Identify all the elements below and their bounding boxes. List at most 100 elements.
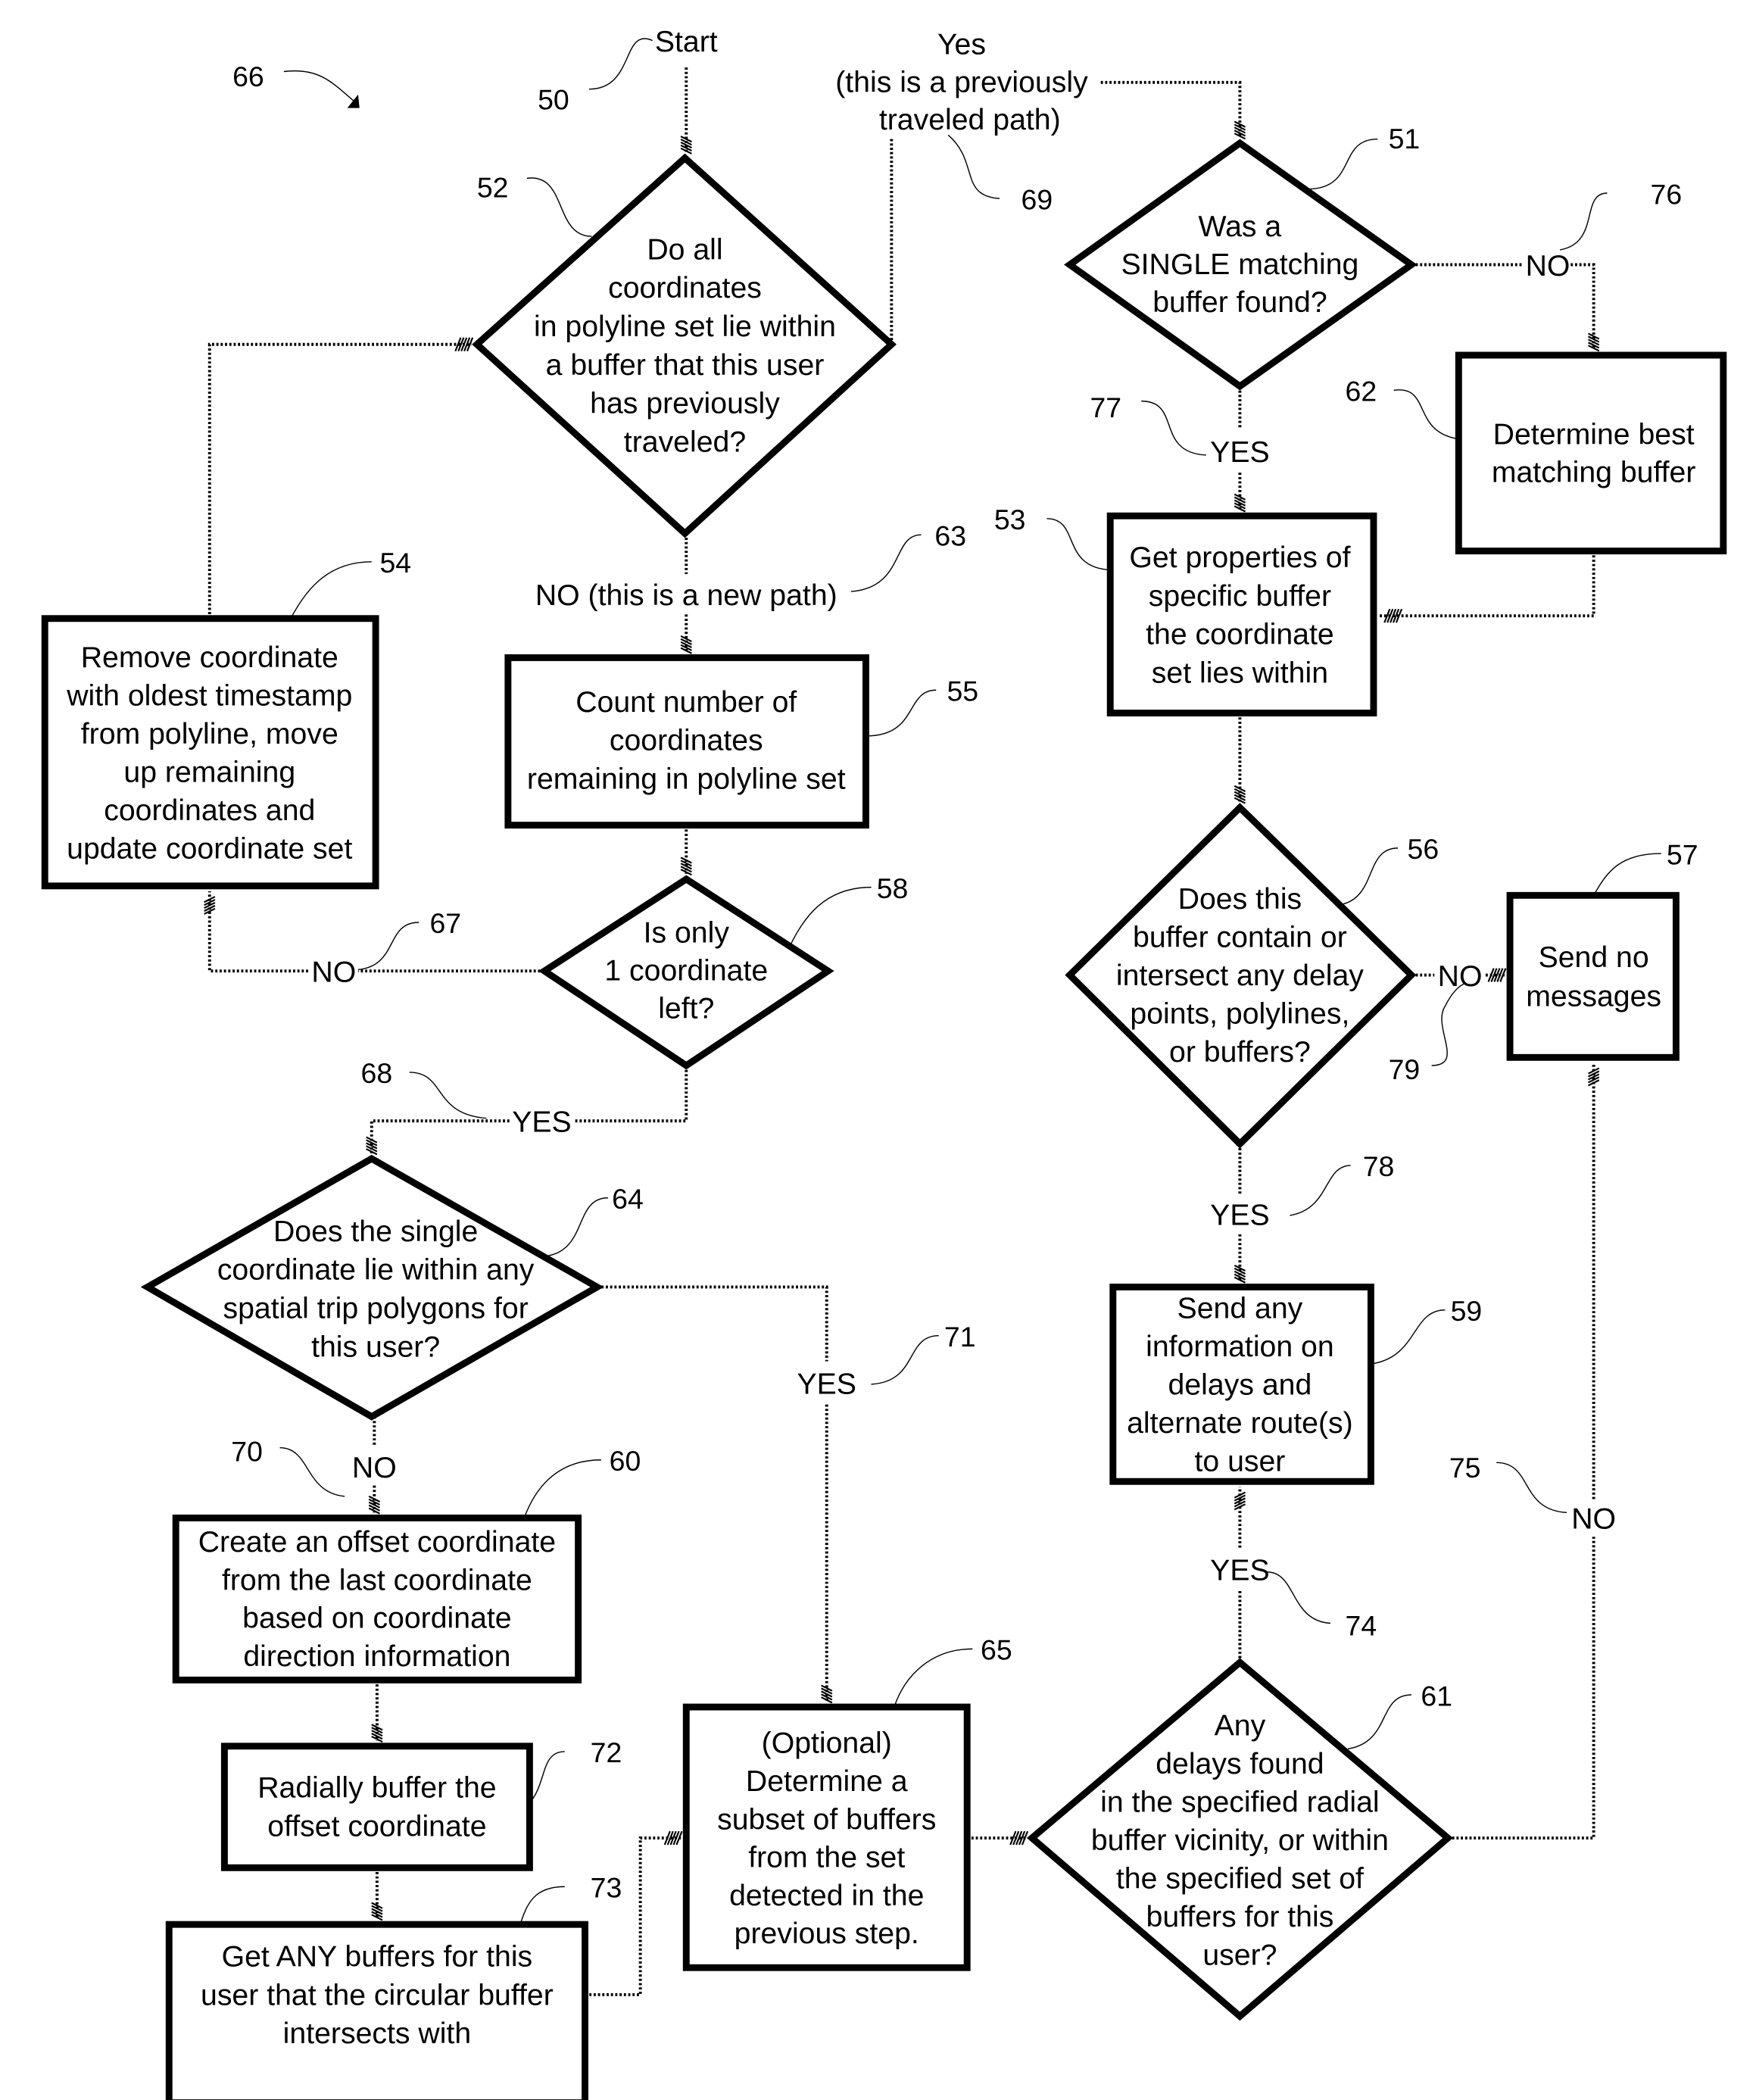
node-text-line: Was a: [1199, 210, 1282, 243]
node-text-line: the specified set of: [1116, 1861, 1364, 1895]
node-text-line: intersect any delay: [1116, 959, 1364, 992]
ref-74: 74: [1346, 1610, 1377, 1642]
node-text-line: 1 coordinate: [604, 954, 768, 988]
branch-61-yes: YES: [1210, 1553, 1269, 1587]
leader-57: [1593, 853, 1661, 896]
node-text-line: Count number of: [575, 685, 797, 719]
leader-63: [850, 534, 922, 592]
leader-76: [1559, 192, 1608, 251]
ref-73: 73: [591, 1872, 622, 1904]
connector-58-no-to-54b: [207, 891, 308, 973]
node-text-line: Radially buffer the: [257, 1771, 496, 1805]
node-text-line: to user: [1194, 1444, 1285, 1477]
node-text-line: Remove coordinate: [81, 641, 338, 674]
leader-54: [290, 561, 372, 619]
connector-54-to-52: [207, 342, 472, 619]
leader-52: [526, 177, 592, 237]
node-text-line: a buffer that this user: [546, 348, 825, 382]
arrowhead-icon: [663, 1830, 683, 1846]
arrowhead-icon: [680, 857, 692, 876]
node-text-line: points, polylines,: [1130, 997, 1349, 1031]
branch-69-line: traveled path): [879, 103, 1061, 136]
leader-66: [283, 70, 355, 102]
branch-58-yes: YES: [512, 1105, 571, 1138]
ref-69: 69: [1021, 183, 1053, 215]
node-text-line: in the specified radial: [1100, 1785, 1379, 1818]
node-text-line: detected in the: [729, 1879, 924, 1912]
ref-59: 59: [1451, 1295, 1483, 1327]
leader-73: [519, 1886, 565, 1925]
ref-79: 79: [1389, 1053, 1421, 1085]
arrowhead-icon: [454, 337, 474, 352]
node-text-line: buffer contain or: [1133, 921, 1347, 954]
node-text-line: intersects with: [283, 2017, 471, 2050]
node-text-line: Determine best: [1493, 418, 1695, 451]
node-text-line: information on: [1146, 1330, 1334, 1363]
ref-78: 78: [1363, 1150, 1395, 1182]
leader-51: [1307, 138, 1378, 190]
ref-56: 56: [1408, 833, 1439, 865]
ref-64: 64: [612, 1183, 644, 1215]
node-text-line: messages: [1526, 980, 1661, 1013]
node-text-line: specific buffer: [1149, 579, 1331, 613]
branch-56-no: NO: [1438, 960, 1483, 993]
leader-59: [1371, 1309, 1446, 1365]
branch-61-no: NO: [1571, 1502, 1616, 1536]
node-text-line: user that the circular buffer: [201, 1978, 554, 2011]
node-text-line: Is only: [644, 916, 730, 950]
node-text-line: up remaining: [123, 755, 295, 788]
branch-64-no: NO: [352, 1451, 397, 1484]
node-text-line: user?: [1202, 1938, 1277, 1971]
process-57: [1506, 891, 1680, 1061]
node-text-line: update coordinate set: [67, 832, 352, 865]
arrowhead-icon: [1009, 1830, 1029, 1846]
arrowhead-icon: [371, 1724, 383, 1743]
node-text-line: Get ANY buffers for this: [222, 1939, 533, 1973]
arrowhead-icon: [1234, 785, 1246, 804]
connector-58-yes-to-64: [574, 1066, 688, 1123]
node-text-line: based on coordinate: [242, 1602, 511, 1635]
arrowhead-icon: [1588, 332, 1600, 352]
node-text-line: from the last coordinate: [222, 1563, 532, 1596]
node-text-line: Create an offset coordinate: [198, 1525, 556, 1559]
arrowhead-icon: [1234, 120, 1246, 140]
branch-yes-previously-traveled: Yes (this is a previously traveled path): [835, 27, 1096, 136]
arrowhead-icon: [680, 635, 692, 654]
leader-64: [547, 1197, 608, 1257]
leader-65: [894, 1648, 973, 1708]
leader-60: [523, 1459, 601, 1518]
leader-67: [357, 922, 420, 971]
branch-69-line: Yes: [937, 27, 986, 61]
decision-64: [140, 1154, 604, 1421]
leader-53: [1046, 518, 1111, 571]
leader-71: [871, 1334, 939, 1385]
leader-74: [1267, 1571, 1330, 1624]
arrowhead-icon: [1588, 1067, 1600, 1087]
ref-65: 65: [981, 1634, 1012, 1666]
decision-52: [472, 153, 897, 538]
node-text-line: coordinates: [610, 724, 763, 757]
ref-61: 61: [1421, 1680, 1452, 1712]
connector-62-to-53: [1379, 551, 1595, 618]
leader-78: [1290, 1165, 1351, 1216]
connector-yes-label-to-51: [1100, 80, 1242, 138]
node-text-line: remaining in polyline set: [527, 762, 846, 795]
connector-73-to-65: [585, 1836, 682, 1996]
node-text-line: the coordinate: [1146, 618, 1334, 651]
node-text-line: Send any: [1177, 1291, 1303, 1325]
ref-68: 68: [361, 1057, 393, 1089]
arrowhead-icon: [1234, 1491, 1246, 1511]
ref-77: 77: [1090, 392, 1121, 423]
node-text-line: coordinate lie within any: [217, 1253, 535, 1287]
leader-77: [1141, 400, 1206, 456]
arrowhead-icon: [1234, 493, 1246, 513]
node-text-line: left?: [658, 992, 714, 1025]
node-text-line: previous step.: [735, 1917, 919, 1950]
node-text-line: Any: [1215, 1709, 1266, 1743]
connector-61-no-to-57: [1448, 1537, 1595, 1840]
connector-64-yes-to-65: [597, 1285, 828, 1362]
leader-70: [279, 1446, 345, 1497]
ref-53: 53: [994, 504, 1026, 535]
ref-76: 76: [1651, 178, 1683, 210]
node-text-line: Do all: [647, 232, 722, 266]
